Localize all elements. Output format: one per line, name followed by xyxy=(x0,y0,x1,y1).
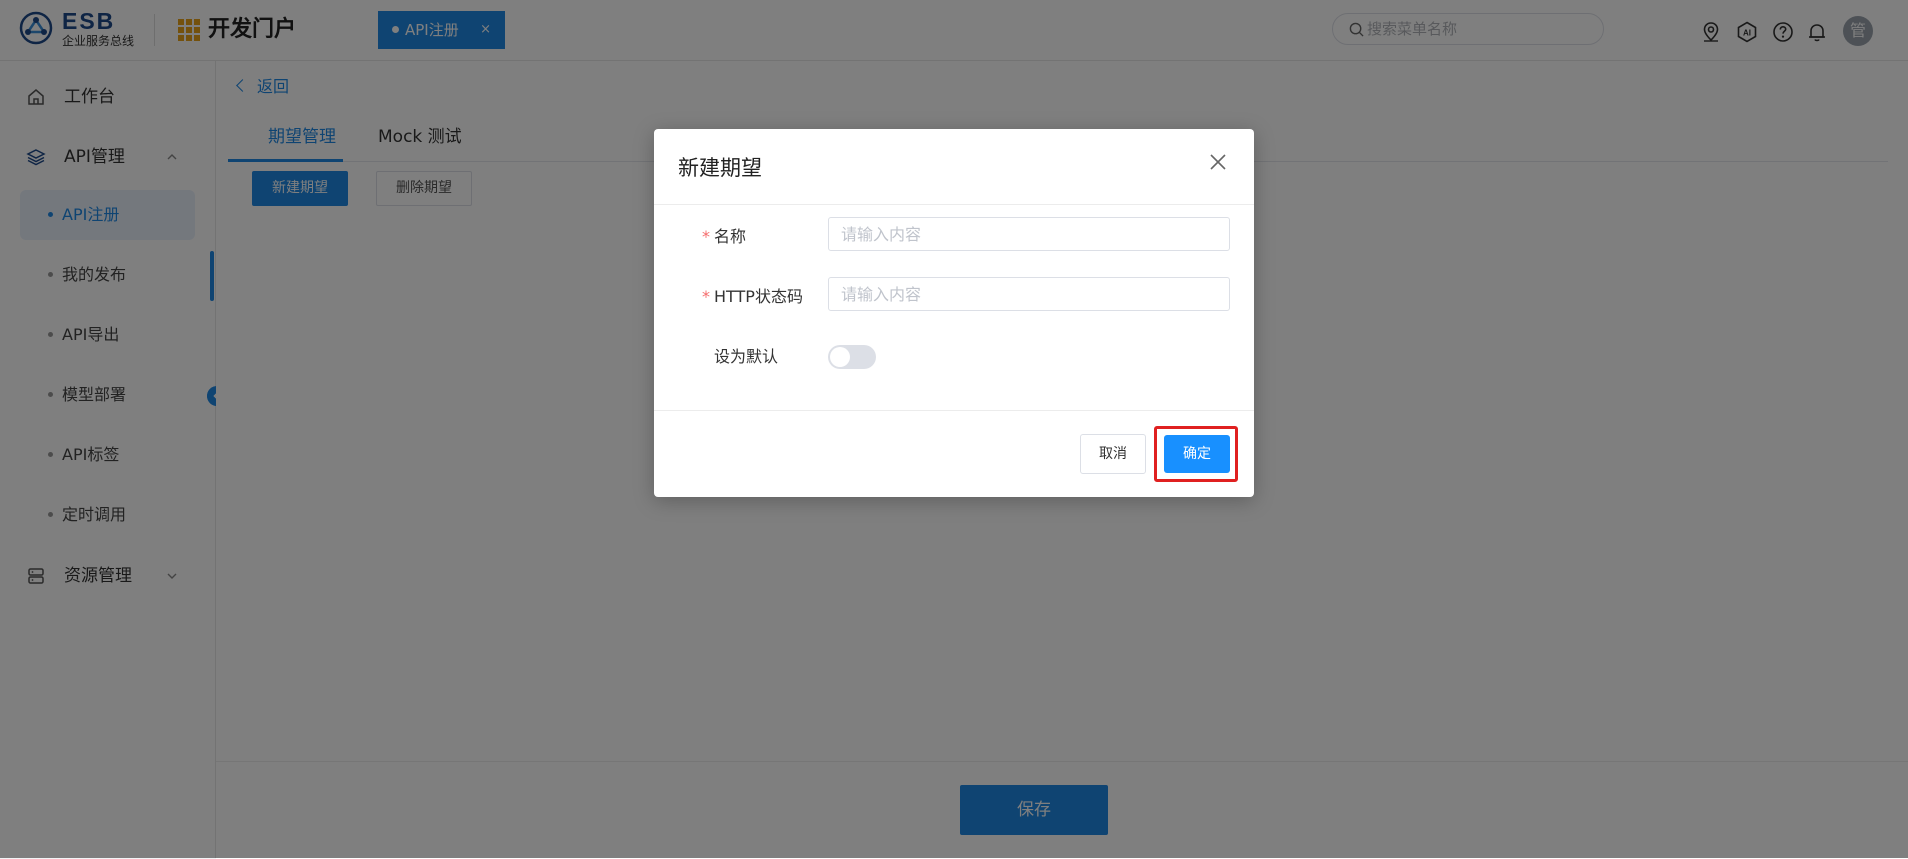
http-status-input[interactable] xyxy=(828,277,1230,311)
new-expect-dialog: 新建期望 *名称 *HTTP状态码 设为默认 取消 确定 xyxy=(654,129,1254,497)
close-icon[interactable] xyxy=(1207,151,1229,173)
cancel-button[interactable]: 取消 xyxy=(1080,434,1146,474)
dialog-divider xyxy=(654,204,1254,205)
name-input[interactable] xyxy=(828,217,1230,251)
confirm-highlight-box xyxy=(1154,426,1238,482)
required-mark: * xyxy=(702,227,710,246)
set-default-label: 设为默认 xyxy=(714,347,779,366)
set-default-switch[interactable] xyxy=(828,345,876,369)
switch-knob xyxy=(830,347,850,367)
name-label-text: 名称 xyxy=(714,227,747,246)
dialog-title: 新建期望 xyxy=(678,156,762,180)
dialog-footer-divider xyxy=(654,410,1254,411)
name-label: * 名称 xyxy=(702,227,746,247)
http-status-label: * HTTP状态码 xyxy=(702,287,803,307)
http-status-label-text: HTTP状态码 xyxy=(714,287,803,306)
required-mark: * xyxy=(702,287,710,306)
